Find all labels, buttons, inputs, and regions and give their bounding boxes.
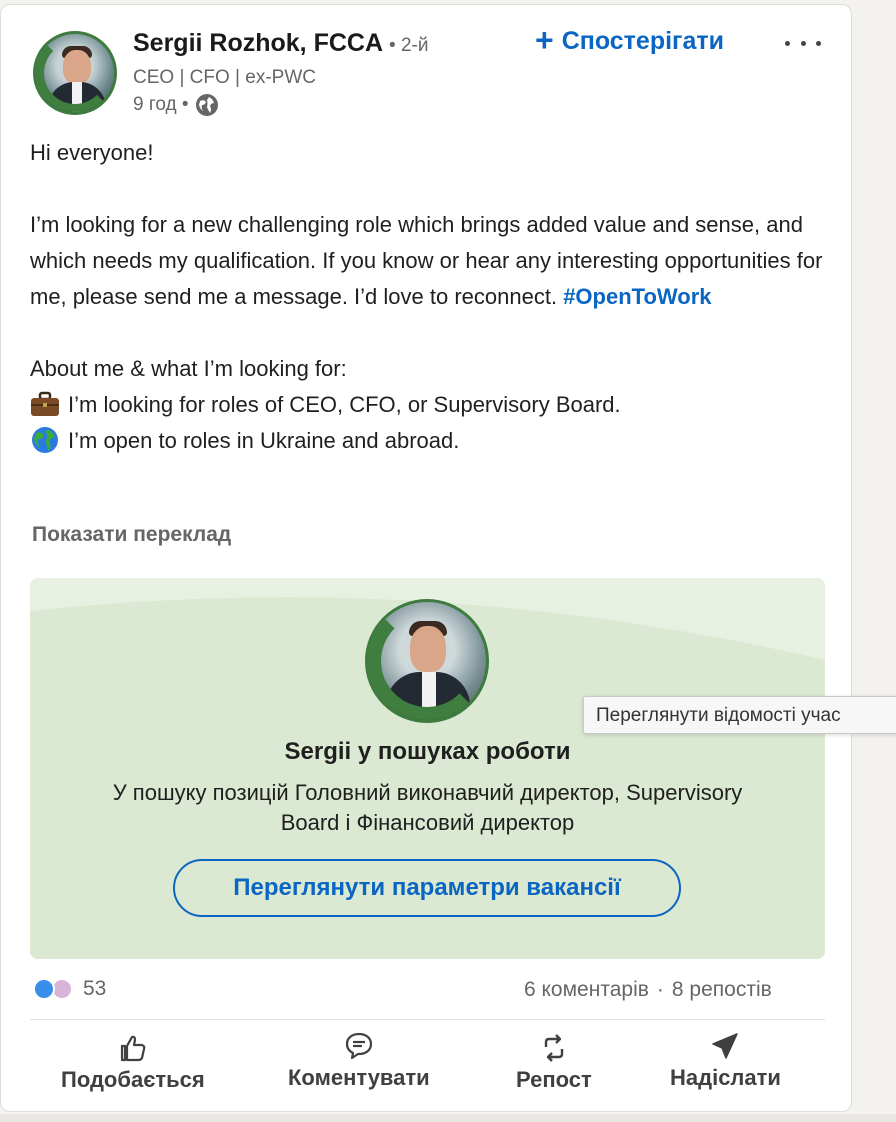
follow-button[interactable]: + Спостерігати <box>535 22 724 58</box>
open-to-work-title: Sergii у пошуках роботи <box>284 738 571 765</box>
connection-degree: • 2-й <box>389 35 429 56</box>
author-name[interactable]: Sergii Rozhok, FCCA <box>133 29 383 58</box>
open-to-work-subtitle: У пошуку позицій Головний виконавчий дир… <box>112 780 743 835</box>
like-button[interactable]: Подобається <box>61 1033 205 1093</box>
like-label: Подобається <box>61 1067 205 1092</box>
repost-label: Репост <box>516 1067 592 1092</box>
globe-emoji-icon <box>32 427 58 453</box>
hashtag-link[interactable]: #OpenToWork <box>563 284 711 309</box>
post-time-row: 9 год • <box>133 93 219 117</box>
author-headline: CEO | CFO | ex-PWC <box>133 67 316 88</box>
main-paragraph: I’m looking for a new challenging role w… <box>30 207 830 315</box>
post-card: Sergii Rozhok, FCCA • 2-й CEO | CFO | ex… <box>0 4 852 1112</box>
reactions-count: 53 <box>83 977 107 1000</box>
more-dot <box>785 40 790 46</box>
show-translation-link[interactable]: Показати переклад <box>32 523 231 547</box>
profile-tooltip: Переглянути відомості учас <box>583 696 896 734</box>
open-to-work-ring <box>36 34 114 112</box>
bullet-roles: I’m looking for roles of CEO, CFO, or Su… <box>30 387 830 423</box>
comment-icon <box>345 1032 372 1060</box>
globe-icon <box>195 94 218 116</box>
author-avatar[interactable] <box>33 31 117 115</box>
view-job-preferences-button[interactable]: Переглянути параметри вакансії <box>173 859 681 917</box>
post-text: Hi everyone! I’m looking for a new chall… <box>30 135 830 459</box>
plus-icon: + <box>535 22 554 58</box>
open-to-work-ring <box>368 602 486 720</box>
more-options-button[interactable] <box>785 31 821 55</box>
reposts-count[interactable]: 8 репостів <box>672 978 772 1002</box>
social-counts: 6 коментарів · 8 репостів <box>524 978 772 1002</box>
open-to-work-banner[interactable]: Sergii у пошуках роботи У пошуку позицій… <box>30 578 825 959</box>
comments-count[interactable]: 6 коментарів <box>524 978 649 1002</box>
follow-label: Спостерігати <box>561 27 724 55</box>
bottom-strip <box>0 1114 896 1122</box>
author-row: Sergii Rozhok, FCCA • 2-й <box>133 29 428 58</box>
reactions-summary[interactable]: 53 <box>33 977 106 1001</box>
send-icon <box>712 1033 739 1059</box>
comment-label: Коментувати <box>288 1065 430 1090</box>
more-dot <box>816 40 821 46</box>
bullet-location-text: I’m open to roles in Ukraine and abroad. <box>68 428 460 453</box>
post-time: 9 год • <box>133 94 189 115</box>
open-to-work-avatar[interactable] <box>365 599 489 723</box>
repost-button[interactable]: Репост <box>516 1033 592 1093</box>
send-button[interactable]: Надіслати <box>670 1031 781 1091</box>
send-label: Надіслати <box>670 1065 781 1090</box>
social-separator: · <box>656 978 664 1001</box>
greeting-line: Hi everyone! <box>30 140 154 165</box>
repost-icon <box>544 1034 564 1062</box>
like-reaction-icon <box>33 978 55 1000</box>
comment-button[interactable]: Коментувати <box>288 1031 430 1091</box>
briefcase-emoji-icon <box>31 391 59 416</box>
about-line: About me & what I’m looking for: <box>30 356 347 381</box>
bullet-location: I’m open to roles in Ukraine and abroad. <box>30 423 830 459</box>
like-icon <box>120 1035 146 1062</box>
more-dot <box>800 40 806 46</box>
bullet-roles-text: I’m looking for roles of CEO, CFO, or Su… <box>68 392 621 417</box>
actions-divider <box>30 1019 825 1020</box>
